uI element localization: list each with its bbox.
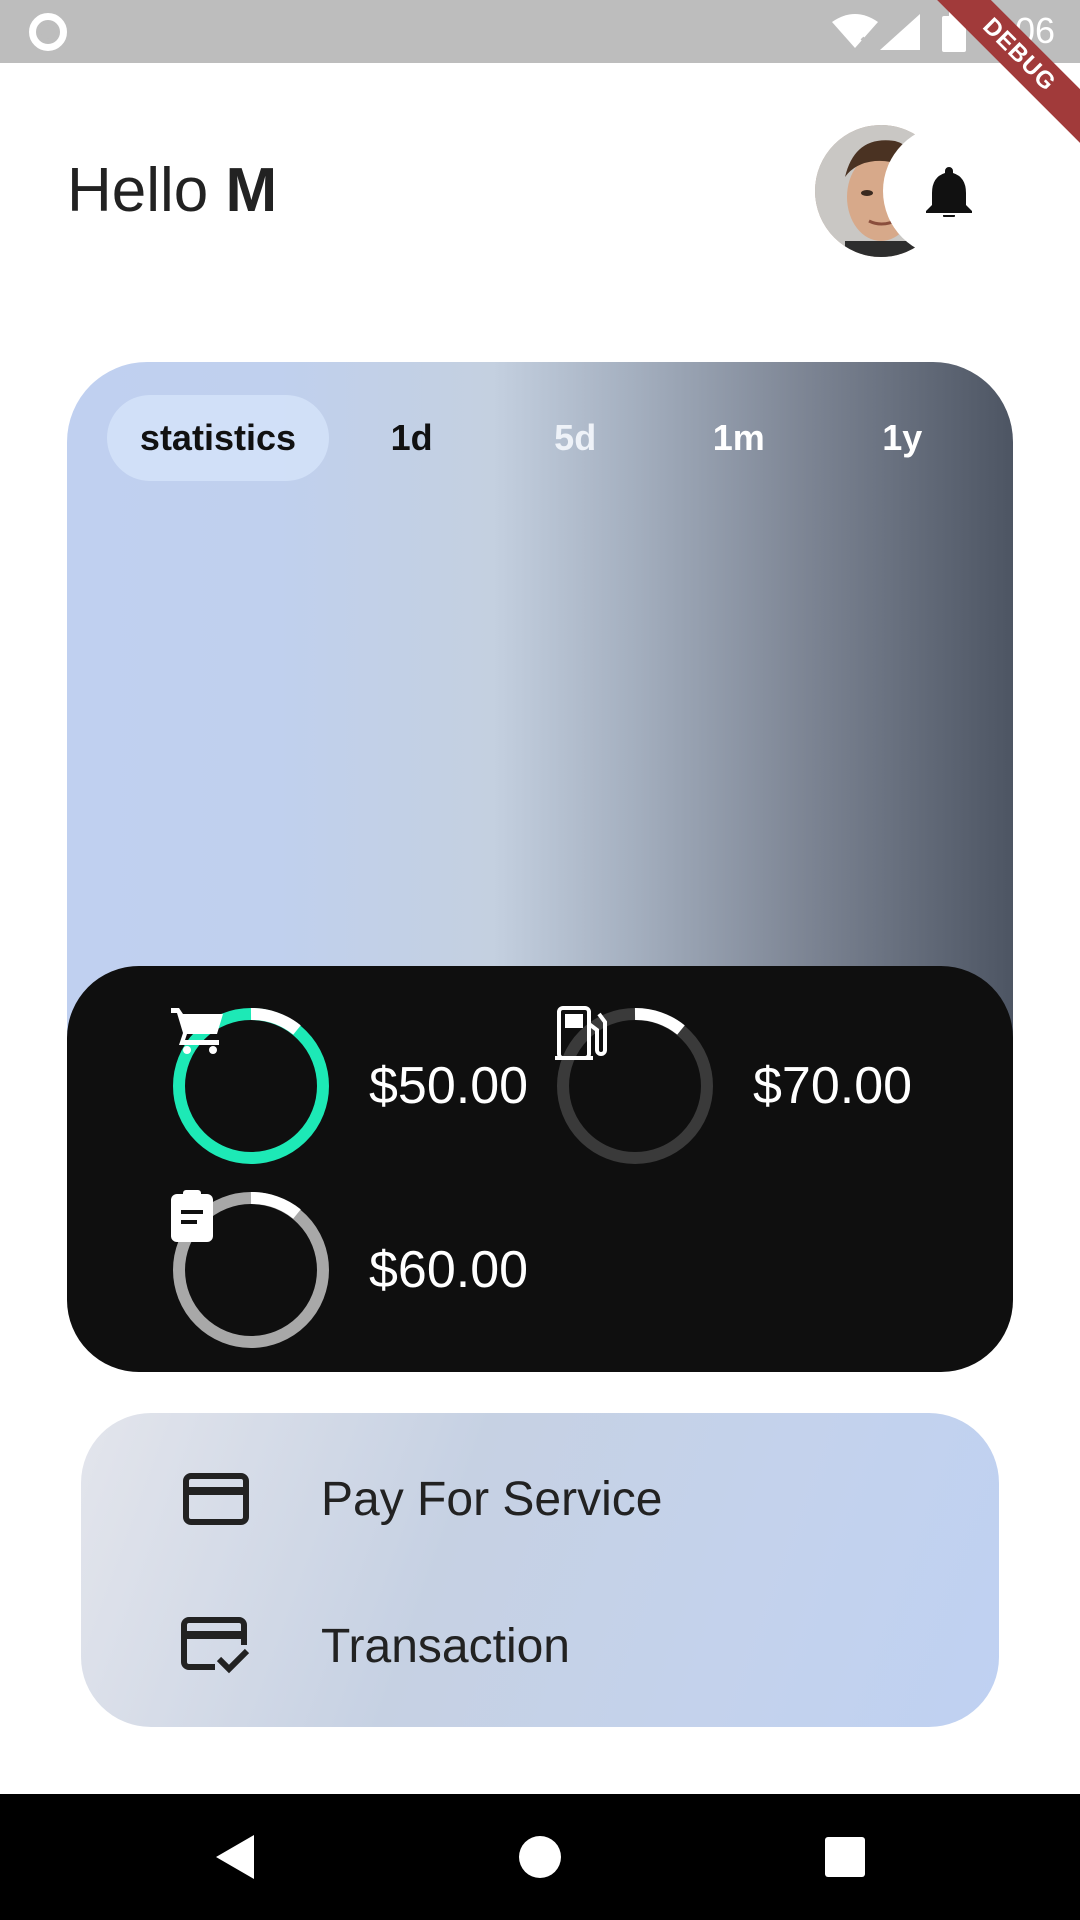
action-transaction[interactable]: Transaction bbox=[181, 1606, 570, 1686]
user-name: M bbox=[225, 156, 278, 225]
amount-bills: $60.00 bbox=[369, 1241, 529, 1299]
gas-pump-icon bbox=[555, 1006, 607, 1060]
status-bar: 6:06 bbox=[0, 0, 1080, 63]
back-icon bbox=[216, 1835, 254, 1879]
record-icon bbox=[29, 13, 67, 51]
home-button[interactable] bbox=[505, 1794, 575, 1920]
action-pay-for-service[interactable]: Pay For Service bbox=[181, 1459, 662, 1539]
spending-summary-panel: $50.00 $70.00 $60.00 bbox=[67, 966, 1013, 1372]
recents-button[interactable] bbox=[810, 1794, 880, 1920]
tab-5d[interactable]: 5d bbox=[494, 395, 656, 481]
bell-icon bbox=[926, 167, 972, 217]
action-label: Transaction bbox=[321, 1619, 570, 1673]
clipboard-icon bbox=[171, 1190, 213, 1242]
greeting-word: Hello bbox=[67, 156, 209, 225]
back-button[interactable] bbox=[200, 1794, 270, 1920]
summary-item-fuel[interactable]: $70.00 bbox=[555, 1006, 912, 1166]
summary-item-bills[interactable]: $60.00 bbox=[171, 1190, 528, 1350]
tab-1y[interactable]: 1y bbox=[821, 395, 983, 481]
actions-card: Pay For Service Transaction bbox=[81, 1413, 999, 1727]
tab-statistics[interactable]: statistics bbox=[107, 395, 329, 481]
notification-button[interactable] bbox=[883, 125, 1015, 257]
period-tabs: statistics 1d 5d 1m 1y bbox=[107, 395, 983, 481]
recents-icon bbox=[825, 1837, 865, 1877]
cell-signal-icon bbox=[880, 14, 920, 50]
progress-ring bbox=[555, 1006, 715, 1166]
credit-card-icon bbox=[183, 1473, 249, 1525]
shopping-cart-icon bbox=[171, 1008, 223, 1054]
amount-cart: $50.00 bbox=[369, 1057, 529, 1115]
progress-ring bbox=[171, 1006, 331, 1166]
navigation-bar bbox=[0, 1794, 1080, 1920]
wifi-icon bbox=[832, 14, 878, 50]
card-check-icon bbox=[181, 1617, 250, 1674]
progress-ring bbox=[171, 1190, 331, 1350]
home-icon bbox=[519, 1836, 561, 1878]
amount-fuel: $70.00 bbox=[753, 1057, 913, 1115]
tab-1d[interactable]: 1d bbox=[329, 395, 494, 481]
summary-item-cart[interactable]: $50.00 bbox=[171, 1006, 528, 1166]
tab-1m[interactable]: 1m bbox=[656, 395, 821, 481]
greeting-text: Hello M bbox=[67, 155, 277, 226]
action-label: Pay For Service bbox=[321, 1472, 663, 1526]
